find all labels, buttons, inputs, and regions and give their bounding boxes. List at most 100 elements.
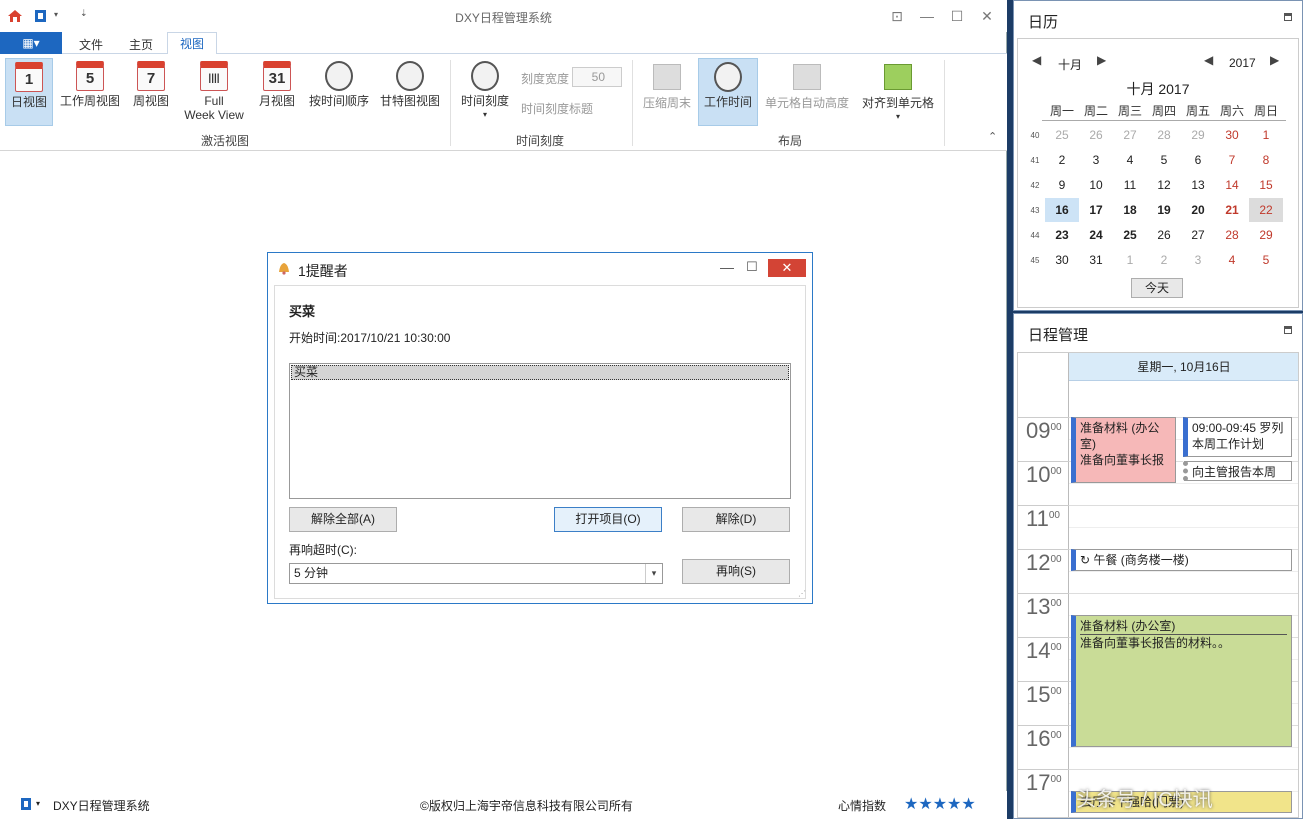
snap-to-cell-button[interactable]: 对齐到单元格 ▾ — [858, 58, 938, 126]
gantt-view-button[interactable]: 甘特图视图 — [378, 58, 442, 126]
today-button[interactable]: 今天 — [1131, 278, 1183, 298]
calendar-day[interactable]: 4 — [1113, 148, 1147, 172]
calendar-day[interactable]: 27 — [1113, 123, 1147, 147]
calendar-day[interactable]: 1 — [1113, 248, 1147, 272]
month-nav-label[interactable]: 十月 — [1058, 56, 1082, 73]
calendar-day[interactable]: 1 — [1249, 123, 1283, 147]
group-timescale-label: 时间刻度 — [515, 134, 564, 148]
calendar-day[interactable]: 25 — [1113, 223, 1147, 247]
tab-file[interactable]: 文件 — [79, 36, 103, 53]
time-order-view-button[interactable]: 按时间顺序 — [304, 58, 374, 126]
calendar-day[interactable]: 16 — [1045, 198, 1079, 222]
calendar-day[interactable]: 10 — [1079, 173, 1113, 197]
calendar-day[interactable]: 26 — [1147, 223, 1181, 247]
calendar-day[interactable]: 6 — [1181, 148, 1215, 172]
maximize-icon[interactable]: ☐ — [947, 6, 967, 26]
appointment[interactable]: 准备材料 (办公室) 准备向董事长报告的材料。。 — [1071, 615, 1292, 747]
calendar-day[interactable]: 19 — [1147, 198, 1181, 222]
calendar-day[interactable]: 3 — [1181, 248, 1215, 272]
calendar-day[interactable]: 9 — [1045, 173, 1079, 197]
timescale-button[interactable]: 时间刻度 ▾ — [458, 58, 512, 126]
workweek-view-button[interactable]: 5 工作周视图 — [58, 58, 122, 126]
calendar-day[interactable]: 2 — [1045, 148, 1079, 172]
tab-home[interactable]: 主页 — [129, 36, 153, 53]
auto-height-button[interactable]: 单元格自动高度 — [762, 58, 852, 126]
calendar-day[interactable]: 8 — [1249, 148, 1283, 172]
snooze-select[interactable]: 5 分钟 ▾ — [289, 563, 663, 584]
reminder-subject: 买菜 — [289, 304, 316, 319]
open-item-button[interactable]: 打开项目(O) — [554, 507, 662, 532]
calendar-day[interactable]: 7 — [1215, 148, 1249, 172]
calendar-day[interactable]: 4 — [1215, 248, 1249, 272]
minimize-icon[interactable]: — — [917, 6, 937, 26]
calendar-day[interactable]: 17 — [1079, 198, 1113, 222]
year-nav-label[interactable]: 2017 — [1229, 56, 1256, 70]
list-item[interactable]: 买菜 — [291, 365, 789, 380]
calendar-day[interactable]: 29 — [1181, 123, 1215, 147]
scale-width-input[interactable]: 50 — [572, 67, 622, 87]
calendar-day[interactable]: 22 — [1249, 198, 1283, 222]
week-number: 41 — [1030, 156, 1040, 165]
calendar-day[interactable]: 23 — [1045, 223, 1079, 247]
calendar-day[interactable]: 30 — [1215, 123, 1249, 147]
work-time-button[interactable]: 工作时间 — [698, 58, 758, 126]
calendar-day[interactable]: 28 — [1147, 123, 1181, 147]
calendar-day[interactable]: 13 — [1181, 173, 1215, 197]
close-icon[interactable]: ✕ — [977, 6, 997, 26]
calendar-day[interactable]: 24 — [1079, 223, 1113, 247]
next-month-icon[interactable]: ▶ — [1097, 53, 1106, 67]
calendar-day[interactable]: 11 — [1113, 173, 1147, 197]
reminder-list[interactable]: 买菜 — [289, 363, 791, 499]
calendar-day[interactable]: 2 — [1147, 248, 1181, 272]
status-dropdown-icon[interactable]: ▾ — [36, 799, 40, 808]
dismiss-all-button[interactable]: 解除全部(A) — [289, 507, 397, 532]
calendar-day[interactable]: 21 — [1215, 198, 1249, 222]
calendar-day[interactable]: 31 — [1079, 248, 1113, 272]
dialog-close-icon[interactable]: ✕ — [768, 259, 806, 277]
ribbon-options-icon[interactable]: ⊡ — [887, 6, 907, 26]
dialog-maximize-icon[interactable]: ☐ — [746, 259, 758, 275]
prev-year-icon[interactable]: ◀ — [1204, 53, 1213, 67]
panel-minimize-icon[interactable] — [1284, 326, 1292, 334]
dismiss-button[interactable]: 解除(D) — [682, 507, 790, 532]
dialog-minimize-icon[interactable]: — — [720, 259, 734, 275]
calendar-day[interactable]: 25 — [1045, 123, 1079, 147]
next-year-icon[interactable]: ▶ — [1270, 53, 1279, 67]
calendar-day[interactable]: 5 — [1249, 248, 1283, 272]
appointment[interactable]: 准备材料 (办公室) 准备向董事长报 — [1071, 417, 1176, 483]
month-view-button[interactable]: 31 月视图 — [254, 58, 300, 126]
calendar-day[interactable]: 14 — [1215, 173, 1249, 197]
snooze-button[interactable]: 再响(S) — [682, 559, 790, 584]
timescale-caption-button[interactable]: 时间刻度标题 — [521, 100, 593, 117]
app-menu-button[interactable]: ▦▾ — [0, 32, 62, 54]
collapse-ribbon-icon[interactable]: ⌃ — [988, 130, 997, 143]
calendar-day[interactable]: 12 — [1147, 173, 1181, 197]
calendar-day[interactable]: 3 — [1079, 148, 1113, 172]
day-view-button[interactable]: 1 日视图 — [5, 58, 53, 126]
calendar-day[interactable]: 29 — [1249, 223, 1283, 247]
calendar-day[interactable]: 28 — [1215, 223, 1249, 247]
app-icon[interactable] — [20, 797, 34, 811]
compress-weekend-button[interactable]: 压缩周末 — [640, 58, 694, 126]
hour-number: 14 — [1026, 638, 1051, 663]
workweek-view-label: 工作周视图 — [59, 94, 120, 108]
calendar-day[interactable]: 27 — [1181, 223, 1215, 247]
mood-stars[interactable]: ★★★★★ — [904, 794, 976, 814]
prev-month-icon[interactable]: ◀ — [1032, 53, 1041, 67]
calendar-day[interactable]: 18 — [1113, 198, 1147, 222]
calendar-day[interactable]: 30 — [1045, 248, 1079, 272]
chevron-down-icon[interactable]: ▾ — [645, 564, 662, 583]
calendar-day[interactable]: 26 — [1079, 123, 1113, 147]
calendar-day[interactable]: 5 — [1147, 148, 1181, 172]
calendar-day[interactable]: 15 — [1249, 173, 1283, 197]
tab-view[interactable]: 视图 — [167, 32, 217, 55]
appointment[interactable]: 09:00-09:45 罗列本周工作计划 — [1183, 417, 1292, 457]
watermark: 头条号 / IC快讯 — [1076, 789, 1213, 811]
appointment[interactable]: 向主管报告本周 — [1183, 461, 1292, 481]
full-week-view-button[interactable]: |||| Full Week View — [178, 58, 250, 126]
resize-grip-icon[interactable]: ⋰ — [798, 589, 806, 598]
appointment[interactable]: ↻ 午餐 (商务楼一楼) — [1071, 549, 1292, 571]
calendar-day[interactable]: 20 — [1181, 198, 1215, 222]
week-view-button[interactable]: 7 周视图 — [128, 58, 174, 126]
panel-minimize-icon[interactable] — [1284, 13, 1292, 21]
